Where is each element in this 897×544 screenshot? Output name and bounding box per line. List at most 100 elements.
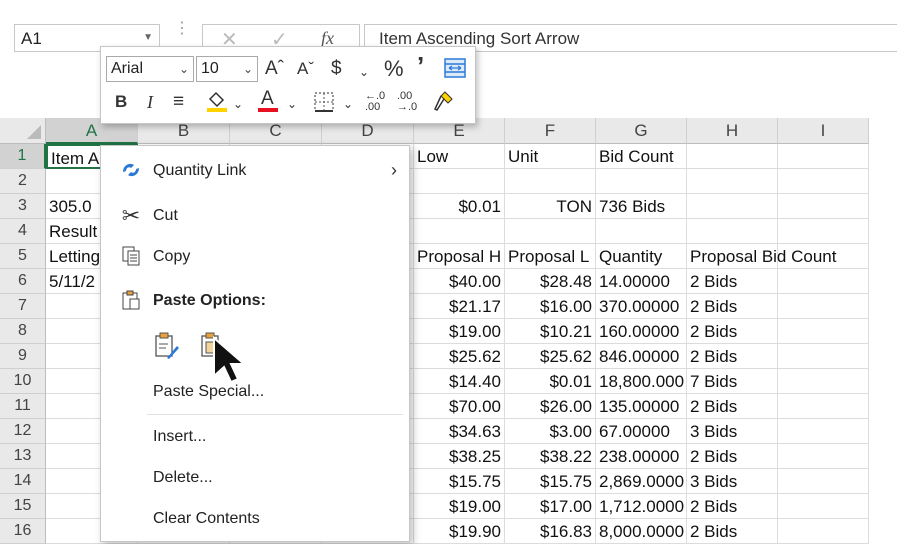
cell-h2[interactable] bbox=[687, 169, 778, 194]
cell-i4[interactable] bbox=[778, 219, 869, 244]
cell-g2[interactable] bbox=[596, 169, 687, 194]
cell-i1[interactable] bbox=[778, 144, 869, 169]
row-header[interactable]: 2 bbox=[0, 169, 46, 194]
menu-item-quantity-link[interactable]: Quantity Link › bbox=[101, 153, 409, 191]
chevron-down-icon[interactable]: ▼ bbox=[143, 32, 153, 43]
cell-e12[interactable]: $34.63 bbox=[414, 419, 505, 444]
cell-g1[interactable]: Bid Count bbox=[596, 144, 687, 169]
cell-f12[interactable]: $3.00 bbox=[505, 419, 596, 444]
cell-h3[interactable] bbox=[687, 194, 778, 219]
cell-i15[interactable] bbox=[778, 494, 869, 519]
cell-i8[interactable] bbox=[778, 319, 869, 344]
row-header[interactable]: 12 bbox=[0, 419, 46, 444]
cell-i9[interactable] bbox=[778, 344, 869, 369]
cell-h15[interactable]: 2 Bids bbox=[687, 494, 778, 519]
currency-format-icon[interactable]: $ bbox=[331, 58, 342, 80]
cell-e3[interactable]: $0.01 bbox=[414, 194, 505, 219]
cell-e5[interactable]: Proposal H bbox=[414, 244, 505, 269]
cell-f1[interactable]: Unit bbox=[505, 144, 596, 169]
cell-e7[interactable]: $21.17 bbox=[414, 294, 505, 319]
row-header[interactable]: 9 bbox=[0, 344, 46, 369]
cell-i6[interactable] bbox=[778, 269, 869, 294]
cell-e6[interactable]: $40.00 bbox=[414, 269, 505, 294]
borders-icon[interactable] bbox=[313, 91, 335, 119]
cell-h4[interactable] bbox=[687, 219, 778, 244]
cell-e16[interactable]: $19.90 bbox=[414, 519, 505, 544]
menu-item-cut[interactable]: ✂ Cut bbox=[101, 198, 409, 236]
row-header[interactable]: 13 bbox=[0, 444, 46, 469]
cell-h8[interactable]: 2 Bids bbox=[687, 319, 778, 344]
cell-h11[interactable]: 2 Bids bbox=[687, 394, 778, 419]
cell-g8[interactable]: 160.00000 bbox=[596, 319, 687, 344]
row-header[interactable]: 7 bbox=[0, 294, 46, 319]
format-painter-icon[interactable] bbox=[431, 89, 455, 119]
cell-i12[interactable] bbox=[778, 419, 869, 444]
percent-style-icon[interactable]: % bbox=[384, 58, 404, 80]
cell-f9[interactable]: $25.62 bbox=[505, 344, 596, 369]
row-header[interactable]: 4 bbox=[0, 219, 46, 244]
chevron-down-icon[interactable]: ⌄ bbox=[287, 93, 297, 115]
chevron-down-icon[interactable]: ⌄ bbox=[359, 61, 369, 83]
cell-i3[interactable] bbox=[778, 194, 869, 219]
cell-h13[interactable]: 2 Bids bbox=[687, 444, 778, 469]
cell-i10[interactable] bbox=[778, 369, 869, 394]
cell-f16[interactable]: $16.83 bbox=[505, 519, 596, 544]
menu-item-paste-special[interactable]: Paste Special... bbox=[101, 374, 409, 412]
cell-i5[interactable] bbox=[778, 244, 869, 269]
cell-f15[interactable]: $17.00 bbox=[505, 494, 596, 519]
row-header[interactable]: 3 bbox=[0, 194, 46, 219]
row-header[interactable]: 16 bbox=[0, 519, 46, 544]
cell-g13[interactable]: 238.00000 bbox=[596, 444, 687, 469]
cell-g9[interactable]: 846.00000 bbox=[596, 344, 687, 369]
cell-i2[interactable] bbox=[778, 169, 869, 194]
cell-g6[interactable]: 14.00000 bbox=[596, 269, 687, 294]
cell-g10[interactable]: 18,800.000 bbox=[596, 369, 687, 394]
cell-f8[interactable]: $10.21 bbox=[505, 319, 596, 344]
cell-g7[interactable]: 370.00000 bbox=[596, 294, 687, 319]
cell-h6[interactable]: 2 Bids bbox=[687, 269, 778, 294]
cell-e4[interactable] bbox=[414, 219, 505, 244]
column-header-h[interactable]: H bbox=[687, 118, 778, 144]
cell-f10[interactable]: $0.01 bbox=[505, 369, 596, 394]
cell-g4[interactable] bbox=[596, 219, 687, 244]
menu-item-copy[interactable]: Copy bbox=[101, 239, 409, 277]
row-header[interactable]: 8 bbox=[0, 319, 46, 344]
cell-e13[interactable]: $38.25 bbox=[414, 444, 505, 469]
font-size-select[interactable]: 10 ⌄ bbox=[196, 56, 258, 82]
select-all-corner[interactable] bbox=[0, 118, 46, 144]
cell-g15[interactable]: 1,712.0000 bbox=[596, 494, 687, 519]
italic-icon[interactable]: I bbox=[147, 91, 153, 113]
cell-f14[interactable]: $15.75 bbox=[505, 469, 596, 494]
column-header-i[interactable]: I bbox=[778, 118, 869, 144]
cell-e11[interactable]: $70.00 bbox=[414, 394, 505, 419]
row-header[interactable]: 10 bbox=[0, 369, 46, 394]
cell-h14[interactable]: 3 Bids bbox=[687, 469, 778, 494]
chevron-down-icon[interactable]: ⌄ bbox=[233, 93, 243, 115]
menu-item-delete[interactable]: Delete... bbox=[101, 460, 409, 498]
increase-decimal-icon[interactable]: ←.0 .00 bbox=[365, 91, 393, 113]
bold-icon[interactable]: B bbox=[115, 91, 127, 113]
cell-e15[interactable]: $19.00 bbox=[414, 494, 505, 519]
fill-color-icon[interactable] bbox=[205, 89, 229, 119]
cell-h7[interactable]: 2 Bids bbox=[687, 294, 778, 319]
comma-style-icon[interactable]: ’ bbox=[417, 53, 424, 79]
wrap-text-icon[interactable] bbox=[443, 57, 467, 85]
row-header[interactable]: 5 bbox=[0, 244, 46, 269]
cell-f3[interactable]: TON bbox=[505, 194, 596, 219]
cell-h10[interactable]: 7 Bids bbox=[687, 369, 778, 394]
cell-i11[interactable] bbox=[778, 394, 869, 419]
menu-item-clear-contents[interactable]: Clear Contents bbox=[101, 501, 409, 539]
menu-item-insert[interactable]: Insert... bbox=[101, 419, 409, 457]
cell-f6[interactable]: $28.48 bbox=[505, 269, 596, 294]
row-header[interactable]: 11 bbox=[0, 394, 46, 419]
cell-g3[interactable]: 736 Bids bbox=[596, 194, 687, 219]
cell-e14[interactable]: $15.75 bbox=[414, 469, 505, 494]
cell-e8[interactable]: $19.00 bbox=[414, 319, 505, 344]
cell-i13[interactable] bbox=[778, 444, 869, 469]
font-color-icon[interactable]: A bbox=[258, 89, 278, 112]
align-center-icon[interactable]: ≡ bbox=[173, 91, 184, 113]
cell-h5[interactable]: Proposal Bid Count bbox=[687, 244, 836, 269]
cell-h9[interactable]: 2 Bids bbox=[687, 344, 778, 369]
row-header[interactable]: 6 bbox=[0, 269, 46, 294]
cell-g5[interactable]: Quantity bbox=[596, 244, 687, 269]
